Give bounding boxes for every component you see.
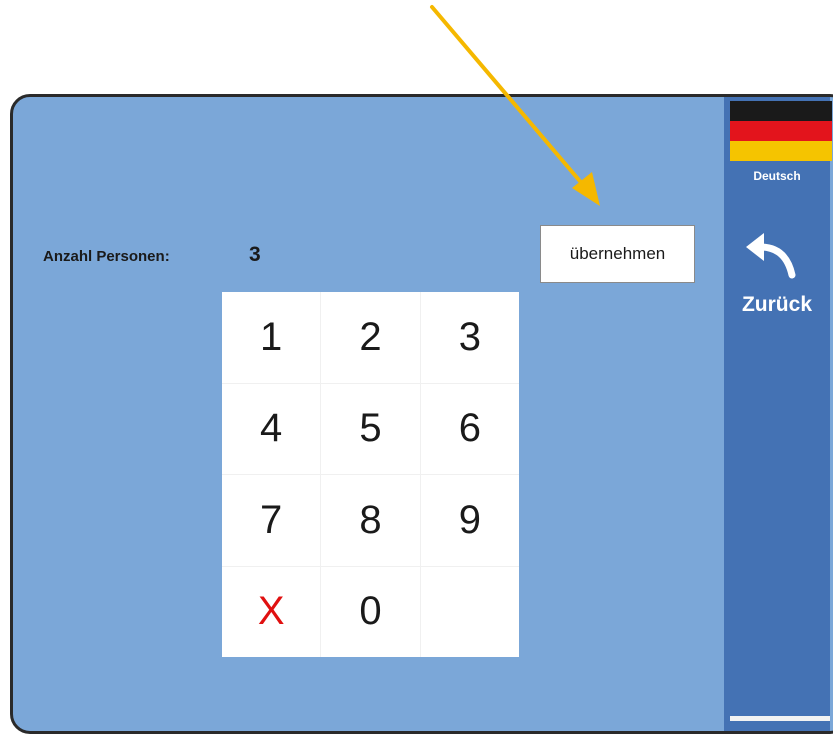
sidebar-scroll-indicator: [730, 716, 830, 721]
key-3[interactable]: 3: [420, 292, 519, 383]
person-count-value: 3: [249, 243, 261, 266]
app-screen: Anzahl Personen: 3 übernehmen 1 2 3 4 5 …: [10, 94, 833, 734]
key-1[interactable]: 1: [222, 292, 321, 383]
sidebar: Deutsch Zurück: [724, 97, 832, 731]
back-arrow-icon: [746, 233, 796, 279]
numeric-keypad: 1 2 3 4 5 6 7 8 9 X 0: [222, 292, 519, 657]
key-9[interactable]: 9: [420, 475, 519, 566]
key-2[interactable]: 2: [321, 292, 420, 383]
person-count-label: Anzahl Personen:: [43, 248, 170, 265]
key-4[interactable]: 4: [222, 383, 321, 474]
key-7[interactable]: 7: [222, 475, 321, 566]
back-button[interactable]: Zurück: [724, 213, 830, 323]
key-5[interactable]: 5: [321, 383, 420, 474]
german-flag-icon[interactable]: [730, 101, 832, 161]
key-clear[interactable]: X: [222, 566, 321, 657]
key-0[interactable]: 0: [321, 566, 420, 657]
key-6[interactable]: 6: [420, 383, 519, 474]
back-label: Zurück: [741, 293, 812, 316]
key-empty: [420, 566, 519, 657]
apply-button[interactable]: übernehmen: [540, 225, 695, 283]
language-label[interactable]: Deutsch: [724, 169, 830, 183]
key-8[interactable]: 8: [321, 475, 420, 566]
